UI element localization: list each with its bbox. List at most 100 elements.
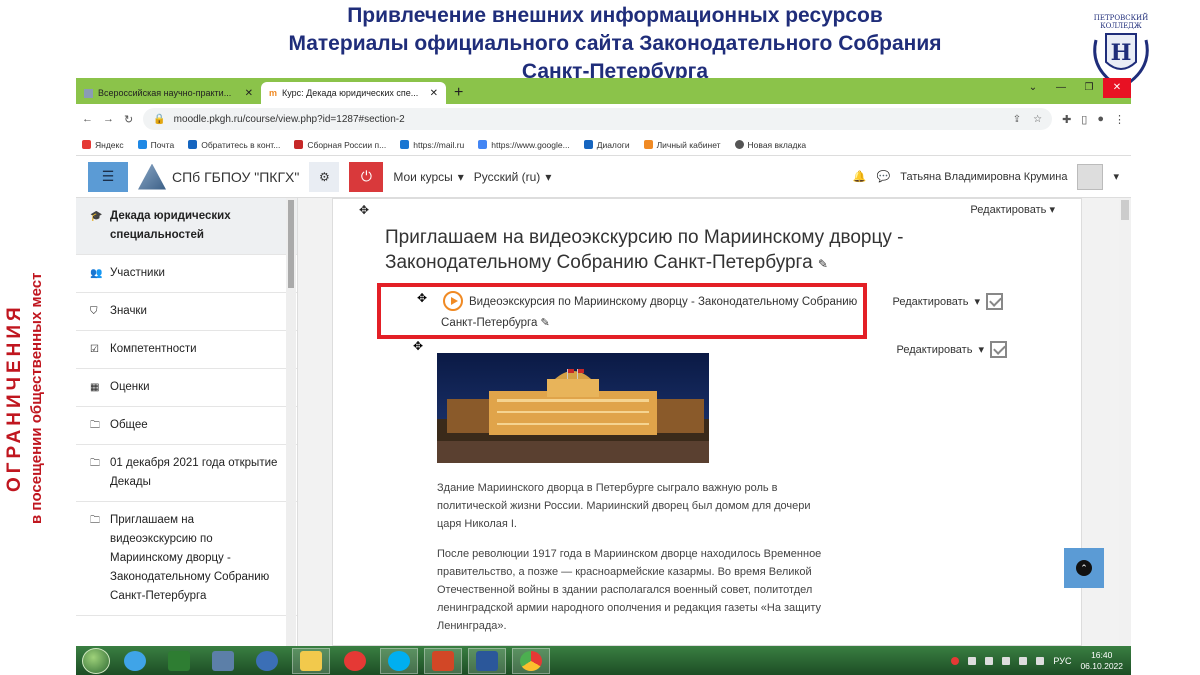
bookmark-mailru[interactable]: https://mail.ru — [400, 140, 464, 150]
extensions-icon[interactable]: ✚ — [1062, 113, 1071, 126]
my-courses-dropdown[interactable]: Мои курсы ▾ — [393, 170, 463, 184]
vertical-captions: ОГРАНИЧЕНИЯ в посещении общественных мес… — [0, 208, 58, 588]
page-scrollbar[interactable] — [1119, 198, 1131, 646]
tray-icon[interactable] — [951, 656, 960, 665]
keyboard-language[interactable]: РУС — [1053, 656, 1071, 666]
window-close-icon[interactable]: ✕ — [1103, 78, 1131, 98]
back-to-top-button[interactable]: ⌃ — [1064, 548, 1104, 588]
move-activity-icon[interactable]: ✥ — [417, 291, 427, 305]
browser-menu-icon[interactable]: ⋮ — [1114, 113, 1125, 126]
sidebar-item-excursion[interactable]: 🗀 Приглашаем на видеоэкскурсию по Мариинс… — [76, 502, 297, 616]
bell-icon[interactable]: 🔔 — [853, 170, 867, 183]
pencil-icon[interactable]: ✎ — [818, 257, 828, 271]
edit-mode-power-button[interactable]: ⏻ — [349, 161, 384, 192]
edit-label: Редактировать — [892, 295, 969, 308]
messages-icon[interactable]: 💬 — [877, 170, 891, 183]
taskbar-app-monitor[interactable] — [204, 648, 242, 674]
sidebar-scrollbar-thumb[interactable] — [288, 200, 294, 288]
sidebar-item-competencies[interactable]: ☑ Компетентности — [76, 331, 297, 369]
sidepanel-icon[interactable]: ▯ — [1081, 113, 1087, 126]
taskbar-app-remote[interactable] — [248, 648, 286, 674]
sidebar-item-grades[interactable]: ▦ Оценки — [76, 369, 297, 407]
sidebar-item-course[interactable]: 🎓 Декада юридических специальностей — [76, 198, 297, 255]
arrow-up-icon: ⌃ — [1076, 560, 1092, 576]
tray-icon[interactable] — [1002, 656, 1011, 665]
moodle-favicon-icon: m — [269, 88, 278, 98]
tray-icon[interactable] — [985, 656, 994, 665]
slide-title-line2: Материалы официального сайта Законодател… — [288, 32, 942, 55]
forward-icon[interactable]: → — [103, 113, 114, 125]
tray-icon[interactable] — [968, 656, 977, 665]
activity-link[interactable]: Видеоэкскурсия по Мариинскому дворцу - З… — [441, 292, 861, 334]
completion-checkbox[interactable] — [990, 341, 1007, 358]
activity-edit-menu[interactable]: Редактировать ▾ — [892, 293, 1003, 310]
clock[interactable]: 16:40 06.10.2022 — [1080, 650, 1123, 672]
profile-icon[interactable]: ● — [1097, 113, 1104, 125]
tab-search-icon[interactable]: ⌄ — [1019, 78, 1047, 98]
page-scrollbar-thumb[interactable] — [1121, 200, 1129, 220]
move-section-icon[interactable]: ✥ — [359, 203, 369, 217]
taskbar-app-skype[interactable] — [380, 647, 418, 674]
settings-gear-button[interactable]: ⚙ — [309, 161, 340, 192]
taskbar-app-explorer[interactable] — [292, 647, 330, 674]
taskbar-app-chrome[interactable] — [512, 647, 550, 674]
minimize-icon[interactable]: — — [1047, 78, 1075, 98]
sidebar-item-general[interactable]: 🗀 Общее — [76, 407, 297, 445]
back-icon[interactable]: ← — [82, 113, 93, 125]
address-bar[interactable]: 🔒 moodle.pkgh.ru/course/view.php?id=1287… — [143, 108, 1053, 130]
bookmark-yandex[interactable]: Яндекс — [82, 140, 124, 150]
taskbar-app-yandex[interactable] — [336, 648, 374, 674]
section-edit-menu[interactable]: Редактировать ▾ — [970, 203, 1055, 216]
sidebar-item-label: Декада юридических специальностей — [110, 210, 231, 241]
windows-taskbar: РУС 16:40 06.10.2022 — [76, 646, 1131, 675]
user-menu-caret-icon[interactable]: ▾ — [1113, 170, 1119, 183]
browser-tab-2[interactable]: m Курс: Декада юридических спе... ✕ — [261, 82, 446, 104]
browser-tab-label: Курс: Декада юридических спе... — [282, 88, 419, 98]
taskbar-app-store[interactable] — [160, 648, 198, 674]
label-edit-menu[interactable]: Редактировать ▾ — [896, 341, 1007, 358]
bookmark-google[interactable]: https://www.google... — [478, 140, 570, 150]
google-icon — [478, 140, 488, 149]
volume-icon[interactable] — [1019, 656, 1028, 665]
paragraph-history: Здание Мариинского дворца в Петербурге с… — [437, 482, 811, 530]
course-sidebar: 🎓 Декада юридических специальностей 👥 Учас… — [76, 198, 298, 646]
move-label-icon[interactable]: ✥ — [413, 339, 423, 353]
bookmark-dialogs[interactable]: Диалоги — [583, 140, 630, 150]
user-name[interactable]: Татьяна Владимировна Крумина — [900, 171, 1067, 183]
restore-icon[interactable]: ❐ — [1075, 78, 1103, 98]
bookmark-cabinet[interactable]: Личный кабинет — [643, 140, 721, 150]
taskbar-app-powerpoint[interactable] — [424, 647, 462, 674]
window-controls: ⌄ — ❐ ✕ — [1019, 78, 1131, 98]
powerpoint-icon — [432, 650, 454, 671]
language-dropdown[interactable]: Русский (ru) ▾ — [474, 170, 552, 184]
browser-tab-1[interactable]: Всероссийская научно-практи... ✕ — [76, 82, 261, 104]
bookmark-star-icon[interactable]: ☆ — [1033, 114, 1042, 125]
bookmark-team-russia[interactable]: Сборная России п... — [294, 140, 386, 150]
bookmark-newtab[interactable]: Новая вкладка — [734, 140, 806, 150]
chrome-icon — [520, 650, 542, 671]
pencil-icon[interactable]: ✎ — [541, 317, 550, 329]
new-tab-button[interactable]: + — [446, 82, 471, 104]
network-icon[interactable] — [1036, 656, 1045, 665]
close-tab-icon[interactable]: ✕ — [245, 88, 253, 99]
taskbar-app-ie[interactable] — [116, 648, 154, 674]
taskbar-app-word[interactable] — [468, 647, 506, 674]
site-brand[interactable]: СПб ГБПОУ "ПКГХ" — [138, 163, 299, 190]
sidebar-item-opening[interactable]: 🗀 01 декабря 2021 года открытие Декады — [76, 445, 297, 502]
mail-icon — [137, 140, 147, 149]
slide-title: Привлечение внешних информационных ресур… — [140, 2, 1090, 86]
hamburger-menu-button[interactable]: ☰ — [88, 161, 128, 192]
bookmark-mail[interactable]: Почта — [137, 140, 174, 150]
avatar[interactable] — [1077, 163, 1104, 190]
sidebar-item-label: Оценки — [110, 381, 150, 393]
sidebar-item-participants[interactable]: 👥 Участники — [76, 255, 297, 293]
sidebar-item-badges[interactable]: ⛉ Значки — [76, 293, 297, 331]
power-icon: ⏻ — [360, 168, 372, 184]
reload-icon[interactable]: ↻ — [124, 113, 133, 126]
start-button[interactable] — [82, 647, 110, 674]
close-tab-icon[interactable]: ✕ — [430, 88, 438, 99]
share-icon[interactable]: ⇪ — [1013, 114, 1021, 125]
bookmark-contact[interactable]: Обратитесь в конт... — [188, 140, 280, 150]
system-tray: РУС 16:40 06.10.2022 — [951, 650, 1131, 672]
completion-checkbox[interactable] — [986, 293, 1003, 310]
